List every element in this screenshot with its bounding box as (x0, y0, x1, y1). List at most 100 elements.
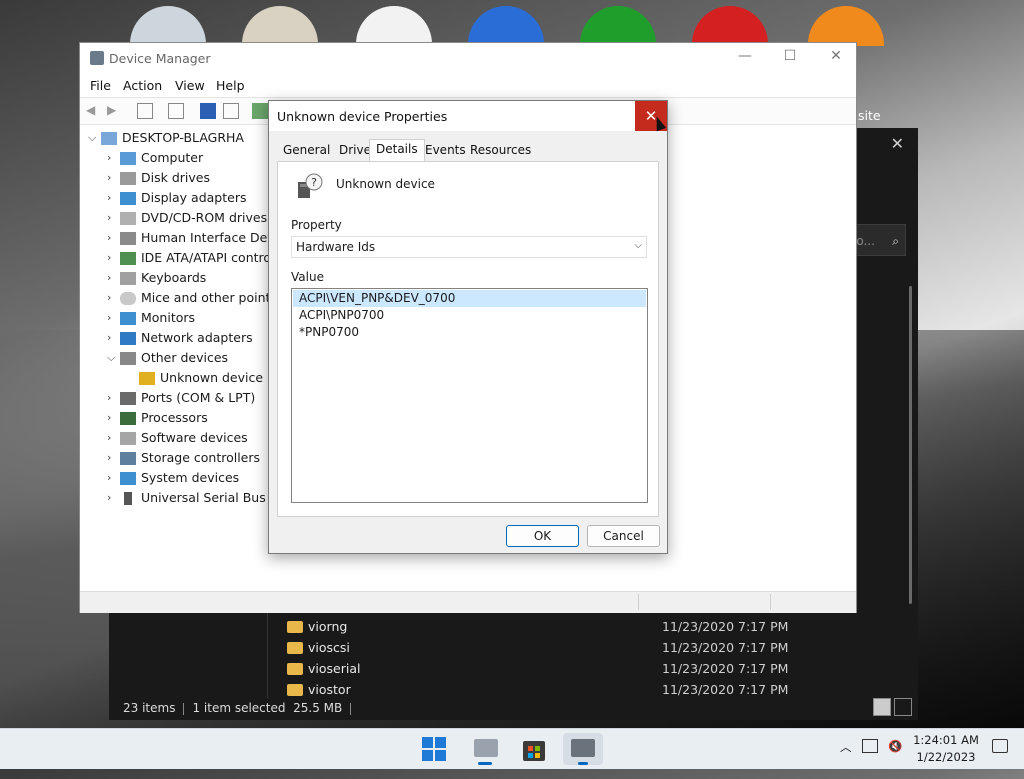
ide-controller-icon (120, 252, 136, 265)
scan-hardware-icon[interactable] (252, 103, 268, 119)
chevron-up-icon[interactable]: ︿ (840, 739, 852, 779)
large-icons-view-icon[interactable] (894, 698, 912, 716)
dialog-title-bar[interactable]: Unknown device Properties ✕ (269, 101, 667, 131)
list-item[interactable]: vioserial 11/23/2020 7:17 PM (287, 660, 807, 681)
menu-view[interactable]: View (175, 78, 205, 93)
volume-muted-icon[interactable]: 🔇 (888, 739, 902, 779)
device-manager-taskbar-button[interactable] (563, 733, 603, 765)
list-item[interactable]: ACPI\PNP0700 (293, 307, 646, 324)
chevron-right-icon[interactable]: › (107, 431, 117, 444)
title-bar[interactable]: Device Manager — ☐ ✕ (80, 43, 856, 75)
desktop-icon-label[interactable]: site (858, 108, 881, 123)
chevron-right-icon[interactable]: › (107, 331, 117, 344)
tree-node-label: System devices (141, 470, 240, 485)
scrollbar[interactable] (909, 286, 912, 604)
pane-divider[interactable] (267, 608, 268, 698)
tree-node-label: Processors (141, 410, 208, 425)
list-item[interactable]: ACPI\VEN_PNP&DEV_0700 (293, 290, 646, 307)
tree-node-label: Mice and other pointi (141, 290, 270, 305)
clock[interactable]: 1:24:01 AM 1/22/2023 (908, 732, 984, 766)
close-icon[interactable]: ✕ (821, 48, 851, 64)
menu-help[interactable]: Help (216, 78, 245, 93)
chevron-right-icon[interactable]: › (107, 271, 117, 284)
red-app-icon[interactable] (692, 6, 768, 46)
chevron-down-icon[interactable]: ⌵ (107, 351, 117, 365)
chevron-down-icon[interactable]: ⌵ (634, 240, 642, 251)
file-name: viostor (308, 682, 351, 697)
property-selected-value: Hardware Ids (296, 240, 376, 254)
menu-action[interactable]: Action (123, 78, 162, 93)
tree-node-label: Other devices (141, 350, 229, 365)
chevron-down-icon[interactable]: ⌵ (88, 131, 98, 145)
store-taskbar-button[interactable] (514, 733, 554, 765)
tree-node-label: Unknown device (160, 370, 264, 385)
running-indicator (578, 762, 588, 765)
notification-icon[interactable] (992, 739, 1008, 753)
chevron-right-icon[interactable]: › (107, 491, 117, 504)
clock-time: 1:24:01 AM (913, 733, 979, 747)
search-icon[interactable]: ⌕ (892, 225, 899, 257)
svg-text:?: ? (311, 176, 317, 189)
properties-dialog[interactable]: Unknown device Properties ✕ General Driv… (268, 100, 668, 554)
recycle-bin-icon[interactable] (130, 6, 206, 46)
keyboard-icon (120, 272, 136, 285)
chevron-right-icon[interactable]: › (107, 231, 117, 244)
maximize-icon[interactable]: ☐ (775, 48, 805, 64)
show-hide-console-tree-icon[interactable] (137, 103, 153, 119)
item-count: 23 items (123, 701, 176, 715)
clock-date: 1/22/2023 (916, 750, 976, 764)
cancel-button[interactable]: Cancel (587, 525, 660, 547)
dvd-drive-icon (120, 212, 136, 225)
start-button[interactable] (414, 733, 454, 765)
close-icon[interactable]: ✕ (891, 134, 904, 153)
tab-resources[interactable]: Resources (464, 141, 537, 160)
chevron-right-icon[interactable]: › (107, 391, 117, 404)
tab-details[interactable]: Details (369, 139, 425, 161)
forward-icon[interactable]: ▶ (107, 103, 123, 119)
store-icon (523, 741, 545, 761)
minimize-icon[interactable]: — (730, 48, 760, 64)
chevron-right-icon[interactable]: › (107, 471, 117, 484)
chevron-right-icon[interactable]: › (107, 251, 117, 264)
show-hide-action-pane-icon[interactable] (223, 103, 239, 119)
back-icon[interactable]: ◀ (86, 103, 102, 119)
phoenix-app-icon[interactable] (808, 6, 884, 46)
selection-count: 1 item selected (192, 701, 286, 715)
list-item[interactable]: viorng 11/23/2020 7:17 PM (287, 618, 807, 639)
properties-icon[interactable] (168, 103, 184, 119)
file-explorer-taskbar-button[interactable] (465, 733, 505, 765)
property-label: Property (291, 218, 342, 232)
chevron-right-icon[interactable]: › (107, 171, 117, 184)
file-date: 11/23/2020 7:17 PM (662, 682, 789, 697)
chevron-right-icon[interactable]: › (107, 411, 117, 424)
list-item[interactable]: *PNP0700 (293, 324, 646, 341)
chevron-right-icon[interactable]: › (107, 291, 117, 304)
chevron-right-icon[interactable]: › (107, 451, 117, 464)
ok-button[interactable]: OK (506, 525, 579, 547)
help-icon[interactable] (200, 103, 216, 119)
property-dropdown[interactable]: Hardware Ids ⌵ (291, 236, 647, 258)
folder-icon (287, 663, 303, 675)
tab-general[interactable]: General (277, 141, 336, 160)
list-item[interactable]: vioscsi 11/23/2020 7:17 PM (287, 639, 807, 660)
details-view-icon[interactable] (873, 698, 891, 716)
list-item[interactable]: viostor 11/23/2020 7:17 PM (287, 681, 807, 702)
folder-desktop-icon[interactable] (242, 6, 318, 46)
device-tree: ⌵ DESKTOP-BLAGRHA › Computer › Disk drives… (80, 127, 270, 597)
file-date: 11/23/2020 7:17 PM (662, 619, 789, 634)
game-controller-icon[interactable] (356, 6, 432, 46)
value-list[interactable]: ACPI\VEN_PNP&DEV_0700 ACPI\PNP0700 *PNP0… (291, 288, 648, 503)
network-icon[interactable] (862, 739, 878, 753)
window-title: Device Manager (109, 51, 211, 66)
chevron-right-icon[interactable]: › (107, 211, 117, 224)
menu-bar: File Action View Help (80, 75, 856, 97)
xbox-icon[interactable] (580, 6, 656, 46)
chevron-right-icon[interactable]: › (107, 311, 117, 324)
running-indicator (478, 762, 492, 765)
menu-file[interactable]: File (90, 78, 111, 93)
chevron-right-icon[interactable]: › (107, 151, 117, 164)
selection-size: 25.5 MB (293, 701, 343, 715)
taskbar: ︿ 🔇 1:24:01 AM 1/22/2023 (0, 728, 1024, 769)
steam-icon[interactable] (468, 6, 544, 46)
chevron-right-icon[interactable]: › (107, 191, 117, 204)
